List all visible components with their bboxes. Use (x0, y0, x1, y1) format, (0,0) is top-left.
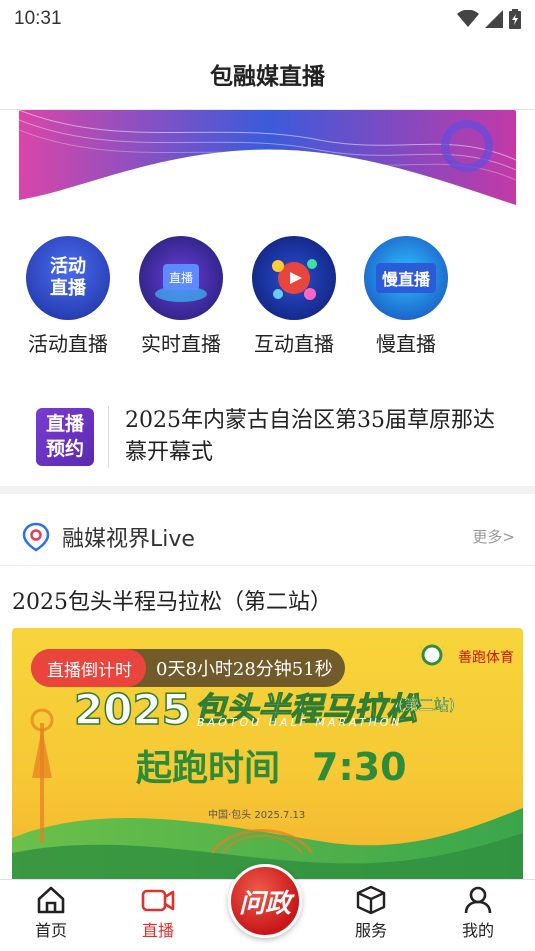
live-section-title: 融媒视界Live (62, 526, 195, 552)
quick-entry-label: 慢直播 (376, 332, 436, 356)
poster-start-time: 7:30 (312, 745, 407, 789)
quick-entry-interactive-live[interactable]: 互动直播 (242, 236, 346, 357)
live-section-header: 融媒视界Live 更多> (0, 508, 535, 566)
tab-mine[interactable]: 我的 (433, 880, 523, 951)
status-icons (457, 9, 521, 29)
center-button-label: 问政 (238, 888, 291, 919)
location-pin-icon (22, 522, 50, 551)
quick-entry-label: 互动直播 (254, 332, 334, 356)
tab-label: 服务 (354, 921, 387, 940)
status-bar: 10:31 (0, 0, 535, 38)
tab-service[interactable]: 服务 (326, 880, 416, 951)
live-reservation[interactable]: 直播 预约 2025年内蒙古自治区第35届草原那达慕开幕式 (0, 388, 535, 486)
tab-home[interactable]: 首页 (6, 880, 96, 951)
poster-stage: (第二站) (398, 696, 455, 714)
quick-entry-activity-live[interactable]: 活动 直播 活动直播 (16, 236, 120, 357)
section-gap (0, 486, 535, 494)
quick-entry-label: 实时直播 (141, 332, 221, 356)
poster-year: 2025 (74, 685, 191, 734)
app-header: 包融媒直播 (0, 38, 535, 110)
more-link[interactable]: 更多> (472, 526, 515, 547)
svg-text:直播: 直播 (169, 271, 193, 285)
reservation-title: 2025年内蒙古自治区第35届草原那达慕开幕式 (125, 408, 495, 465)
banner-image[interactable] (19, 110, 516, 208)
activity-live-icon: 活动 直播 (26, 236, 110, 320)
badge-line1: 直播 (45, 413, 84, 435)
interactive-live-icon (252, 236, 336, 320)
poster-place-date: 中国·包头 2025.7.13 (208, 808, 305, 821)
countdown-label: 直播倒计时 (31, 649, 146, 687)
tab-label: 直播 (141, 921, 174, 940)
divider (108, 406, 109, 468)
box-icon (356, 885, 386, 915)
countdown-value: 0天8小时28分钟51秒 (156, 659, 333, 680)
wifi-icon (457, 10, 479, 27)
user-icon (464, 886, 492, 914)
quick-entry-realtime-live[interactable]: 直播 实时直播 (129, 236, 233, 357)
quick-entry-slow-live[interactable]: 慢直播 慢直播 (354, 236, 458, 357)
signal-icon (485, 10, 503, 28)
battery-icon (509, 9, 521, 29)
badge-line2: 预约 (45, 438, 84, 460)
status-time: 10:31 (14, 8, 62, 29)
tab-label: 首页 (34, 921, 67, 940)
slow-live-icon: 慢直播 (364, 236, 448, 320)
page-title: 包融媒直播 (210, 62, 325, 90)
quick-entry-label: 活动直播 (28, 332, 108, 356)
realtime-live-icon: 直播 (139, 236, 223, 320)
tab-center-button[interactable]: 问政 (228, 864, 302, 938)
tab-label: 我的 (461, 921, 494, 940)
countdown-pill: 直播倒计时 0天8小时28分钟51秒 (31, 649, 345, 687)
poster-start-label: 起跑时间 (136, 748, 280, 789)
home-icon (37, 886, 65, 914)
reservation-badge: 直播 预约 (36, 408, 94, 466)
event-title[interactable]: 2025包头半程马拉松（第二站） (12, 584, 332, 616)
poster-english: BAOTOU HALF MARATHON (197, 716, 403, 729)
poster-brand: 善跑体育 (458, 650, 514, 666)
video-icon (141, 889, 175, 912)
tab-live[interactable]: 直播 (113, 880, 203, 951)
